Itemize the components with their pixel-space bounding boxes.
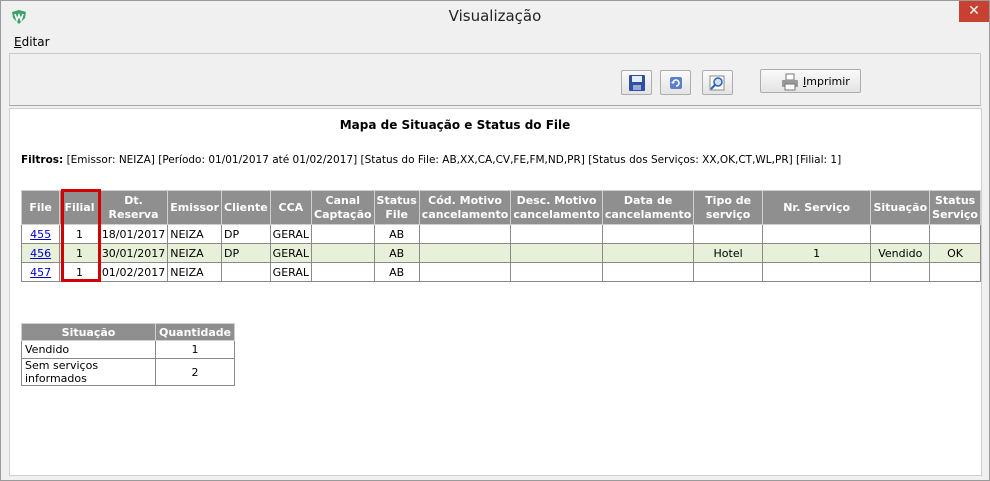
cell bbox=[601, 224, 695, 244]
cell: Hotel bbox=[693, 243, 763, 263]
cell bbox=[870, 262, 931, 282]
col-nr-servico: Nr. Serviço bbox=[761, 190, 872, 225]
cell: 30/01/2017 bbox=[98, 243, 169, 263]
col-situacao: Situação bbox=[870, 190, 931, 225]
cell: Vendido bbox=[21, 340, 156, 359]
col-situacao-summary: Situação bbox=[21, 323, 156, 341]
file-link-456[interactable]: 456 bbox=[30, 247, 51, 260]
report-title: Mapa de Situação e Status do File bbox=[339, 118, 571, 132]
cell: 1 bbox=[154, 340, 236, 359]
cell bbox=[693, 262, 763, 282]
summary-row: Sem serviços informados 2 bbox=[21, 358, 236, 386]
imprimir-label: Imprimir bbox=[803, 75, 850, 88]
save-button[interactable] bbox=[621, 70, 652, 95]
cell: AB bbox=[373, 262, 420, 282]
cell: Sem serviços informados bbox=[21, 358, 156, 386]
cell: DP bbox=[221, 243, 271, 263]
table-row: 456 1 30/01/2017 NEIZA DP GERAL AB Hotel… bbox=[20, 243, 981, 263]
col-file: File bbox=[20, 190, 61, 225]
cell: GERAL bbox=[269, 224, 313, 244]
col-quantidade: Quantidade bbox=[154, 323, 236, 341]
cell: NEIZA bbox=[167, 262, 223, 282]
cell: 1 bbox=[59, 224, 100, 244]
menu-bar: Editar bbox=[2, 32, 988, 52]
cell: 1 bbox=[761, 243, 872, 263]
menu-editar[interactable]: Editar bbox=[14, 35, 50, 49]
col-cca: CCA bbox=[269, 190, 313, 225]
cell: GERAL bbox=[269, 262, 313, 282]
cell bbox=[418, 262, 512, 282]
printer-icon bbox=[782, 73, 798, 91]
close-button[interactable]: ✕ bbox=[959, 1, 989, 22]
cell bbox=[601, 243, 695, 263]
situacao-summary-table: Situação Quantidade Vendido 1 Sem serviç… bbox=[21, 323, 236, 386]
cell bbox=[221, 262, 271, 282]
cell bbox=[601, 262, 695, 282]
cell: NEIZA bbox=[167, 243, 223, 263]
cell bbox=[510, 262, 603, 282]
visualizacao-window: Visualização ✕ Editar Imprimir Mapa de S… bbox=[0, 0, 990, 481]
cell bbox=[929, 262, 981, 282]
toolbar: Imprimir bbox=[9, 53, 981, 106]
report-area: Mapa de Situação e Status do File Filtro… bbox=[9, 108, 982, 476]
title-bar: Visualização ✕ bbox=[1, 1, 989, 32]
cell: AB bbox=[373, 224, 420, 244]
cell: GERAL bbox=[269, 243, 313, 263]
col-cliente: Cliente bbox=[221, 190, 271, 225]
cell bbox=[311, 224, 375, 244]
table-header-row: File Filial Dt. Reserva Emissor Cliente … bbox=[20, 190, 981, 225]
filters-line: Filtros: [Emissor: NEIZA] [Período: 01/0… bbox=[21, 154, 842, 166]
cell bbox=[418, 224, 512, 244]
col-desc-motivo: Desc. Motivo cancelamento bbox=[510, 190, 603, 225]
cell bbox=[870, 224, 931, 244]
col-status-servico: Status Serviço bbox=[929, 190, 981, 225]
cell: AB bbox=[373, 243, 420, 263]
cell bbox=[929, 224, 981, 244]
window-title: Visualização bbox=[448, 7, 542, 25]
cell bbox=[693, 224, 763, 244]
col-data-cancelamento: Data de cancelamento bbox=[601, 190, 695, 225]
cell bbox=[311, 243, 375, 263]
cell: 18/01/2017 bbox=[98, 224, 169, 244]
cell bbox=[311, 262, 375, 282]
file-link-457[interactable]: 457 bbox=[30, 266, 51, 279]
col-status-file: Status File bbox=[373, 190, 420, 225]
cell: Vendido bbox=[870, 243, 931, 263]
cell bbox=[510, 224, 603, 244]
summary-row: Vendido 1 bbox=[21, 340, 236, 359]
cell: 01/02/2017 bbox=[98, 262, 169, 282]
summary-header-row: Situação Quantidade bbox=[21, 323, 236, 341]
cell: OK bbox=[929, 243, 981, 263]
cell: 1 bbox=[59, 243, 100, 263]
imprimir-button[interactable]: Imprimir bbox=[760, 69, 861, 93]
col-dt-reserva: Dt. Reserva bbox=[98, 190, 169, 225]
zoom-icon bbox=[709, 75, 725, 91]
col-emissor: Emissor bbox=[167, 190, 223, 225]
cell: DP bbox=[221, 224, 271, 244]
col-canal-captacao: Canal Captação bbox=[311, 190, 375, 225]
refresh-button[interactable] bbox=[660, 70, 691, 95]
cell: 2 bbox=[154, 358, 236, 386]
col-filial: Filial bbox=[59, 190, 100, 225]
file-link-455[interactable]: 455 bbox=[30, 228, 51, 241]
cell: NEIZA bbox=[167, 224, 223, 244]
table-row: 455 1 18/01/2017 NEIZA DP GERAL AB bbox=[20, 224, 981, 244]
cell bbox=[761, 262, 872, 282]
close-icon: ✕ bbox=[968, 3, 980, 19]
cell bbox=[510, 243, 603, 263]
cell bbox=[761, 224, 872, 244]
refresh-icon bbox=[670, 77, 682, 89]
cell bbox=[418, 243, 512, 263]
col-cod-motivo: Cód. Motivo cancelamento bbox=[418, 190, 512, 225]
save-icon bbox=[629, 75, 645, 91]
cell: 1 bbox=[59, 262, 100, 282]
col-tipo-servico: Tipo de serviço bbox=[693, 190, 763, 225]
table-row: 457 1 01/02/2017 NEIZA GERAL AB bbox=[20, 262, 981, 282]
file-status-table: File Filial Dt. Reserva Emissor Cliente … bbox=[20, 190, 981, 282]
zoom-button[interactable] bbox=[702, 70, 733, 95]
